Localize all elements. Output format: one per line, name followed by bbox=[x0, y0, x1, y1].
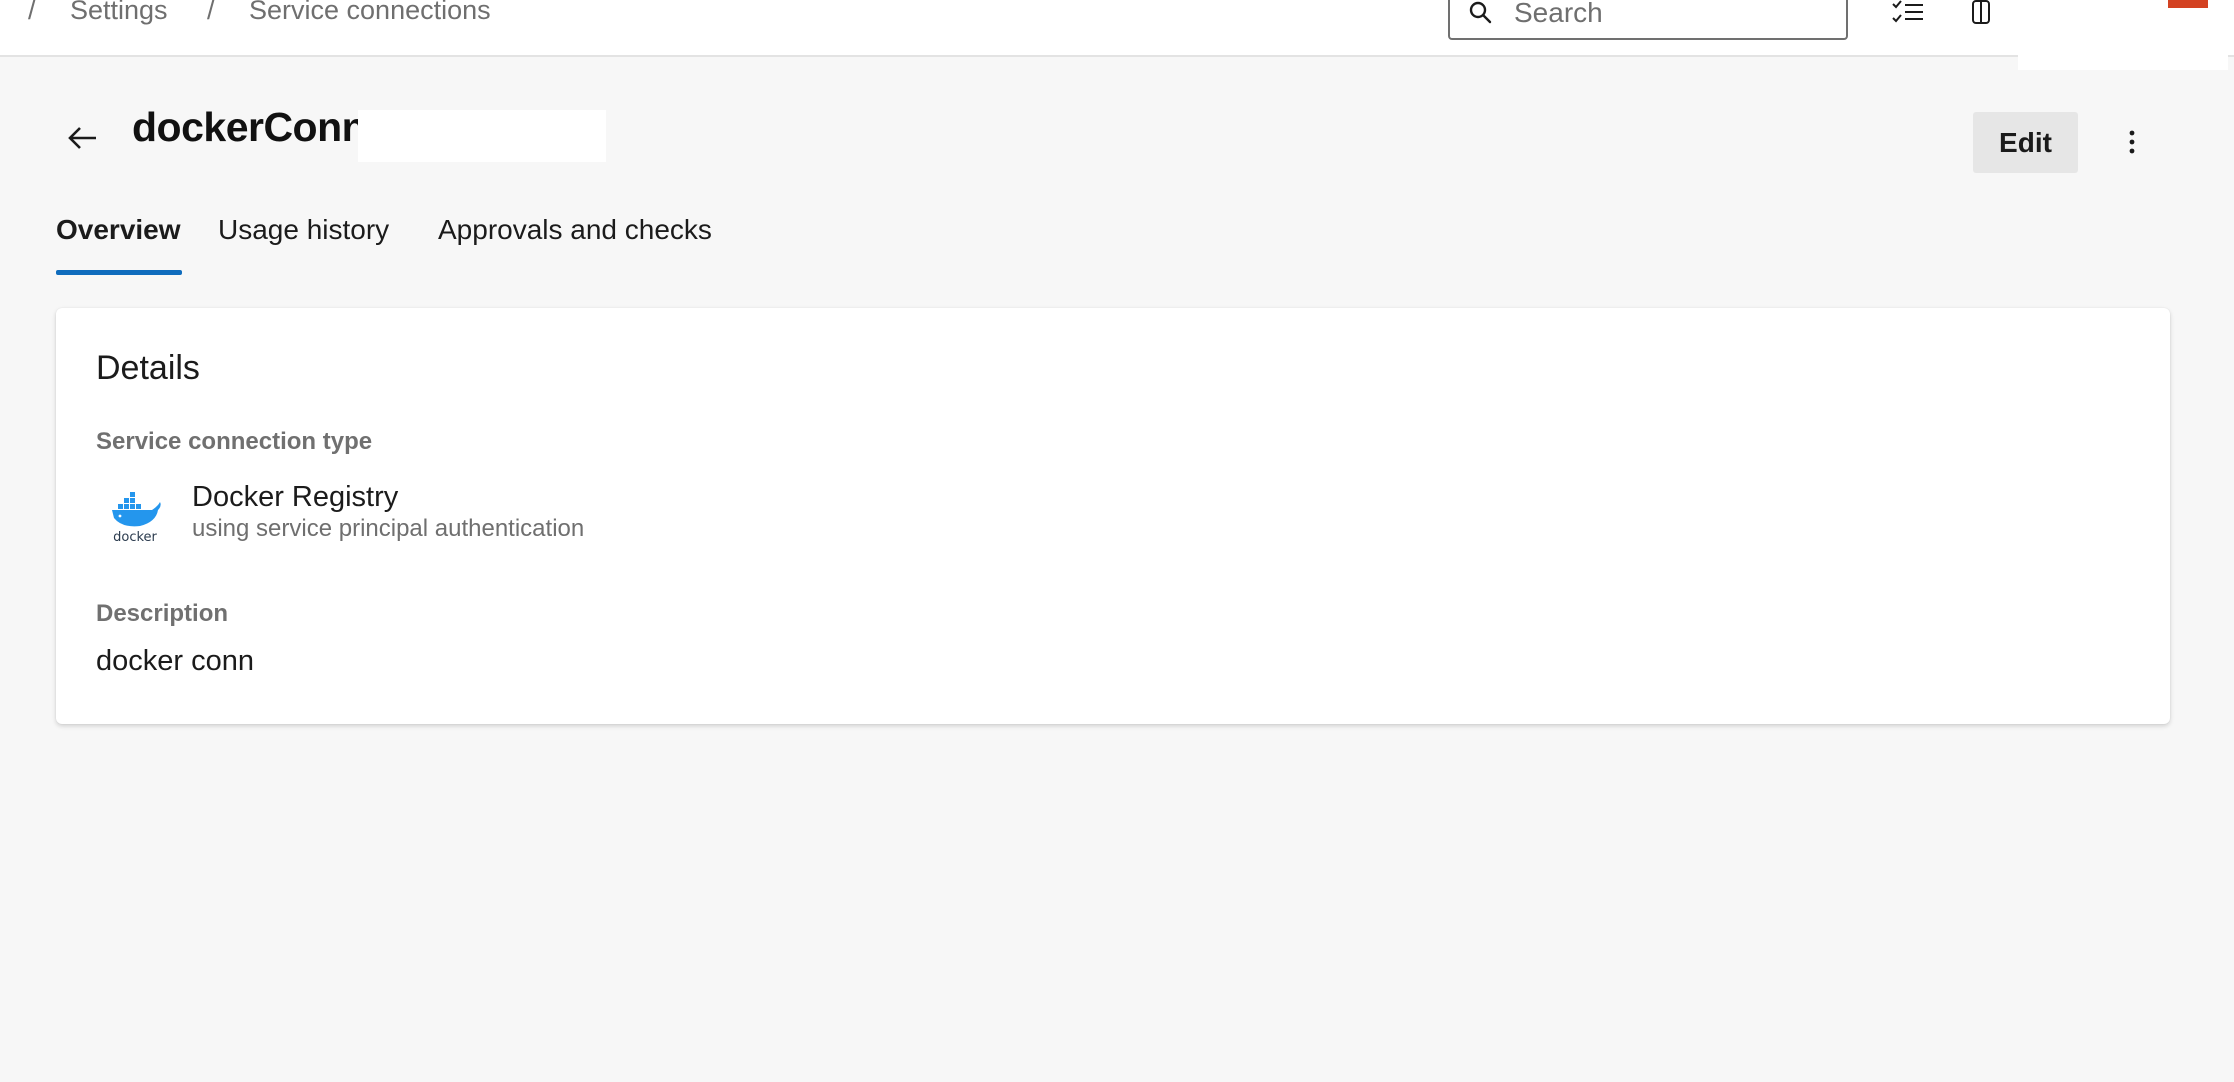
details-card: Details Service connection type docker D… bbox=[56, 308, 2170, 724]
tab-approvals-and-checks[interactable]: Approvals and checks bbox=[438, 212, 712, 248]
more-options-icon[interactable] bbox=[2118, 124, 2146, 160]
docker-logo-icon: docker bbox=[112, 492, 161, 544]
search-placeholder: Search bbox=[1514, 0, 1603, 28]
tab-overview[interactable]: Overview bbox=[56, 212, 181, 248]
details-heading: Details bbox=[96, 349, 200, 387]
tab-usage-history[interactable]: Usage history bbox=[218, 212, 389, 248]
search-icon bbox=[1469, 1, 1492, 24]
description-label: Description bbox=[96, 600, 229, 627]
page-title: dockerConn bbox=[132, 104, 367, 150]
account-area[interactable] bbox=[2018, 0, 2228, 70]
clipboard-icon[interactable] bbox=[1963, 0, 1999, 28]
breadcrumb-item-service-connections[interactable]: Service connections bbox=[249, 0, 491, 26]
service-connection-type-label: Service connection type bbox=[96, 428, 373, 455]
redaction-mask bbox=[358, 110, 606, 162]
docker-logo-text: docker bbox=[113, 530, 157, 544]
avatar[interactable] bbox=[2168, 0, 2208, 8]
task-list-icon[interactable] bbox=[1890, 0, 1926, 28]
service-type-subtitle: using service principal authentication bbox=[192, 515, 585, 542]
breadcrumb-separator: / bbox=[28, 0, 36, 25]
description-value: docker conn bbox=[96, 645, 254, 677]
top-bar: / Settings / Service connections Search bbox=[0, 0, 2234, 70]
active-tab-indicator bbox=[56, 270, 182, 275]
search-input[interactable]: Search bbox=[1448, 0, 1848, 40]
breadcrumb-item-settings[interactable]: Settings bbox=[70, 0, 168, 26]
breadcrumb-separator: / bbox=[207, 0, 215, 25]
edit-button[interactable]: Edit bbox=[1973, 112, 2078, 173]
back-arrow-icon[interactable] bbox=[62, 122, 102, 154]
service-type-name: Docker Registry bbox=[192, 481, 399, 513]
